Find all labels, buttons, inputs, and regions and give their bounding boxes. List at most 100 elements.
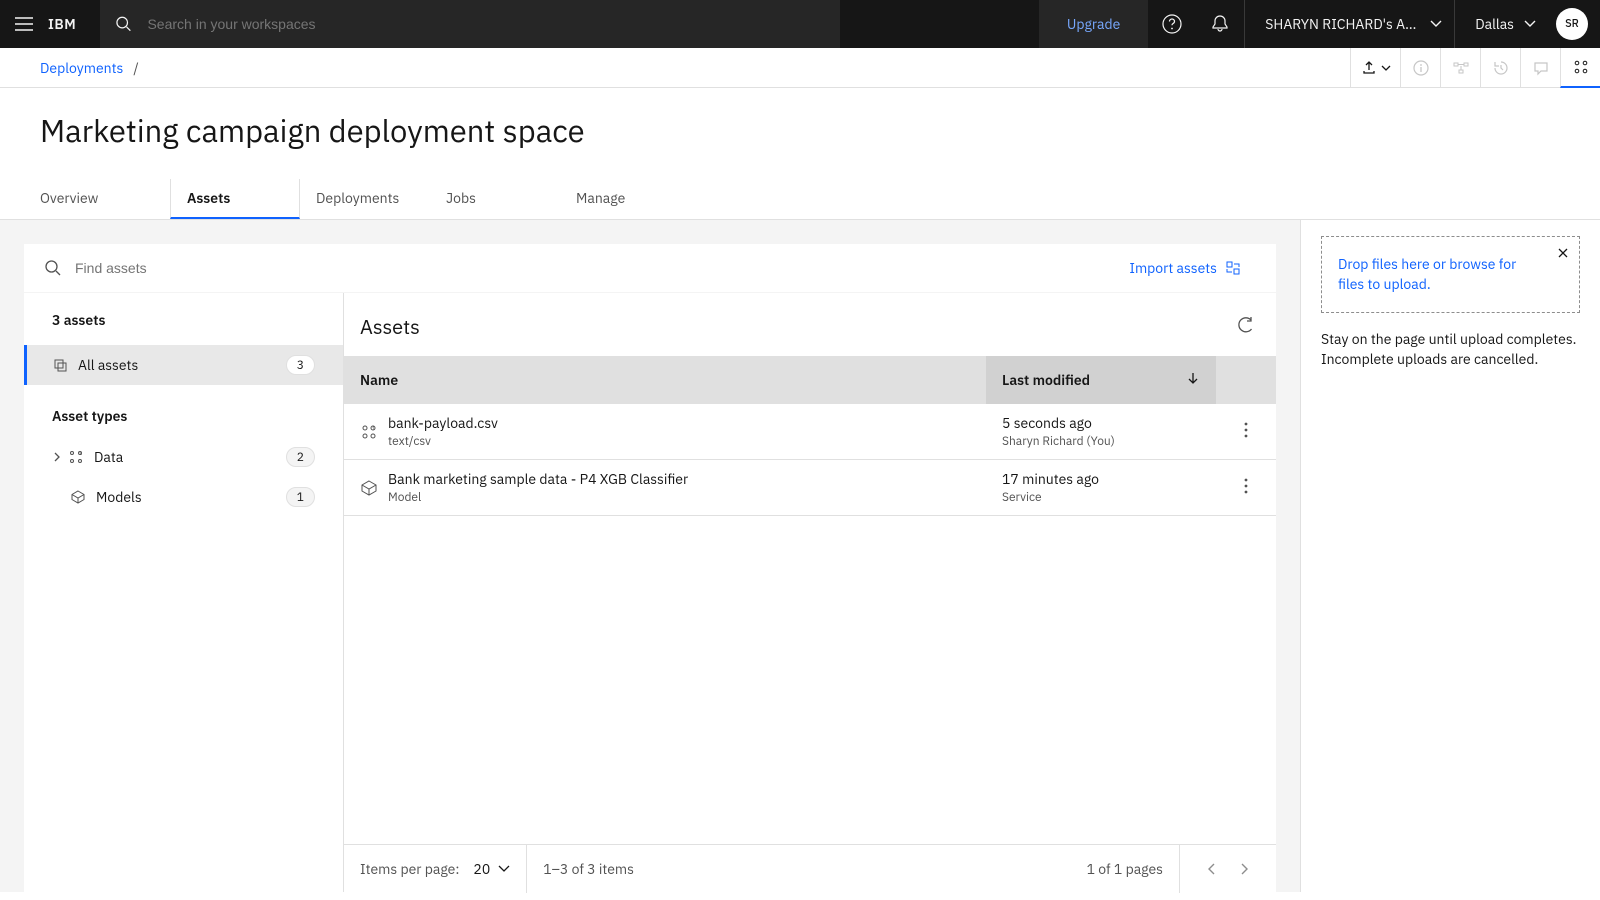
search-icon — [116, 16, 131, 32]
chevron-right-icon — [52, 452, 62, 462]
account-switcher[interactable]: SHARYN RICHARD's Accou... — [1244, 0, 1454, 48]
flow-icon — [1453, 60, 1469, 76]
sidebar-item-all-assets[interactable]: All assets 3 — [24, 345, 343, 385]
flow-button[interactable] — [1440, 48, 1480, 88]
upload-dropzone[interactable]: Drop files here or browse for files to u… — [1321, 236, 1580, 313]
search-icon — [45, 260, 61, 276]
export-button[interactable] — [1350, 48, 1400, 88]
hamburger-menu-button[interactable] — [0, 0, 48, 48]
account-label: SHARYN RICHARD's Accou... — [1265, 15, 1420, 33]
close-icon — [1558, 248, 1568, 258]
col-header-name-label: Name — [360, 371, 398, 389]
chevron-down-icon — [1381, 65, 1391, 71]
comment-button[interactable] — [1520, 48, 1560, 88]
assets-title-row: Assets — [344, 293, 1276, 356]
help-icon — [1162, 14, 1182, 34]
asset-subtype: Model — [388, 490, 688, 505]
col-header-name[interactable]: Name — [344, 356, 986, 404]
sidebar-item-label: Models — [96, 488, 142, 506]
row-menu-button[interactable] — [1216, 404, 1276, 460]
chevron-down-icon — [1524, 20, 1536, 28]
col-header-actions — [1216, 356, 1276, 404]
col-header-modified-label: Last modified — [1002, 371, 1090, 389]
asset-name: Bank marketing sample data - P4 XGB Clas… — [388, 470, 688, 488]
asset-modified: 17 minutes ago — [1002, 470, 1200, 488]
global-search[interactable] — [100, 0, 840, 48]
history-button[interactable] — [1480, 48, 1520, 88]
asset-name: bank-payload.csv — [388, 414, 498, 432]
asset-modified-by: Service — [1002, 490, 1200, 505]
breadcrumb-row: Deployments / — [0, 48, 1600, 88]
data-count: 2 — [286, 447, 315, 467]
copy-icon — [52, 357, 68, 373]
sort-desc-icon — [1186, 371, 1200, 389]
global-search-input[interactable] — [147, 16, 840, 32]
pagination: Items per page: 20 1–3 of 3 items 1 of 1… — [344, 844, 1276, 892]
tab-assets-label: Assets — [187, 189, 230, 207]
avatar-initials: SR — [1565, 17, 1579, 31]
tab-manage[interactable]: Manage — [560, 179, 690, 219]
import-icon — [1225, 260, 1241, 276]
left-gutter — [0, 220, 24, 892]
data-icon — [1573, 59, 1589, 75]
next-page-button[interactable] — [1228, 853, 1260, 885]
sidebar-item-label: Data — [94, 448, 123, 466]
asset-subtype: text/csv — [388, 434, 498, 449]
region-switcher[interactable]: Dallas — [1454, 0, 1548, 48]
pagination-range: 1–3 of 3 items — [543, 860, 634, 878]
hamburger-icon — [15, 17, 33, 31]
brand-logo[interactable]: IBM — [48, 15, 100, 33]
sidebar-item-models[interactable]: Models 1 — [24, 477, 343, 517]
upgrade-label: Upgrade — [1067, 15, 1120, 33]
tab-assets[interactable]: Assets — [170, 179, 300, 219]
asset-modified: 5 seconds ago — [1002, 414, 1200, 432]
upgrade-button[interactable]: Upgrade — [1039, 0, 1148, 48]
tab-manage-label: Manage — [576, 189, 625, 207]
content-row: Import assets 3 assets All assets 3 Asse… — [0, 220, 1600, 892]
assets-main: Assets Name Last modified — [344, 293, 1276, 892]
pagination-page-of: 1 of 1 pages — [1087, 860, 1163, 878]
table-row[interactable]: 1 bank-payload.csv text/csv 5 seconds ag — [344, 404, 1276, 460]
find-assets-input[interactable] — [75, 260, 1129, 276]
caret-left-icon — [1208, 863, 1216, 875]
breadcrumb-separator: / — [133, 59, 138, 77]
col-header-modified[interactable]: Last modified — [986, 356, 1216, 404]
tab-jobs[interactable]: Jobs — [430, 179, 560, 219]
row-menu-button[interactable] — [1216, 460, 1276, 516]
refresh-button[interactable] — [1238, 317, 1254, 337]
tab-deployments[interactable]: Deployments — [300, 179, 430, 219]
global-header: IBM Upgrade SHARYN RICHARD's Accou... Da… — [0, 0, 1600, 48]
tab-overview[interactable]: Overview — [40, 179, 170, 219]
chevron-down-icon — [498, 865, 510, 873]
import-assets-button[interactable]: Import assets — [1129, 259, 1255, 277]
help-button[interactable] — [1148, 0, 1196, 48]
close-dropzone-button[interactable] — [1553, 243, 1573, 263]
pagination-separator — [526, 845, 527, 893]
assets-side-list: 3 assets All assets 3 Asset types 1 Data… — [24, 293, 344, 892]
svg-text:1: 1 — [79, 451, 82, 457]
sidebar-item-data[interactable]: 1 Data 2 — [24, 437, 343, 477]
import-assets-label: Import assets — [1129, 259, 1217, 277]
pagination-separator — [1179, 845, 1180, 893]
info-button[interactable] — [1400, 48, 1440, 88]
caret-right-icon — [1240, 863, 1248, 875]
sidebar-item-label: All assets — [78, 356, 138, 374]
upload-panel-toggle[interactable] — [1560, 48, 1600, 88]
data-icon: 1 — [360, 423, 388, 441]
asset-modified-by: Sharyn Richard (You) — [1002, 434, 1200, 449]
avatar[interactable]: SR — [1556, 8, 1588, 40]
assets-heading: Assets — [360, 313, 420, 340]
notifications-button[interactable] — [1196, 0, 1244, 48]
main-column: Import assets 3 assets All assets 3 Asse… — [24, 220, 1300, 892]
items-per-page-value: 20 — [473, 860, 490, 878]
dropzone-text: Drop files here or browse for files to u… — [1338, 255, 1516, 293]
prev-page-button[interactable] — [1196, 853, 1228, 885]
export-icon — [1361, 60, 1377, 76]
model-icon — [360, 479, 388, 497]
items-per-page-select[interactable]: 20 — [459, 860, 510, 878]
breadcrumb-deployments[interactable]: Deployments — [40, 59, 123, 77]
model-icon — [70, 489, 86, 505]
tab-overview-label: Overview — [40, 189, 98, 207]
table-row[interactable]: Bank marketing sample data - P4 XGB Clas… — [344, 460, 1276, 516]
page-action-icons — [1350, 48, 1600, 88]
